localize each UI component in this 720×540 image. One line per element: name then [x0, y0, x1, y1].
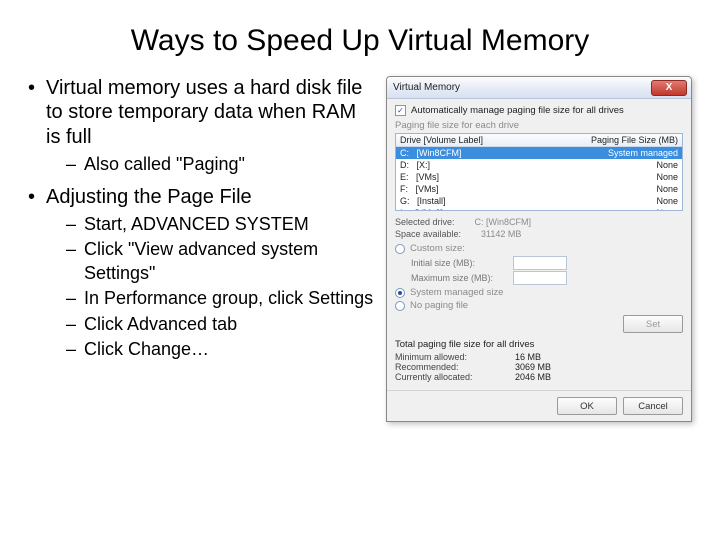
- drive-list-header: Drive [Volume Label] Paging File Size (M…: [396, 134, 682, 147]
- maximum-size-label: Maximum size (MB):: [411, 273, 507, 283]
- bullet-1-text: Virtual memory uses a hard disk file to …: [46, 77, 362, 148]
- drive-size: None: [656, 207, 678, 211]
- header-size: Paging File Size (MB): [591, 135, 678, 145]
- drive-row[interactable]: I: [VMs3] None: [396, 207, 682, 211]
- bullet-2-sub-2: Click "View advanced system Settings": [66, 238, 376, 285]
- custom-size-radio[interactable]: [395, 244, 405, 254]
- current-allocated-value: 2046 MB: [515, 372, 551, 382]
- slide-title: Ways to Speed Up Virtual Memory: [28, 24, 692, 58]
- drive-label: I: [VMs3]: [400, 207, 656, 211]
- space-available-label: Space available:: [395, 229, 461, 239]
- drive-list[interactable]: Drive [Volume Label] Paging File Size (M…: [395, 133, 683, 211]
- no-paging-label: No paging file: [410, 300, 468, 311]
- min-allowed-value: 16 MB: [515, 352, 541, 362]
- custom-size-label: Custom size:: [410, 243, 465, 254]
- drive-label: E: [VMs]: [400, 171, 656, 183]
- header-drive: Drive [Volume Label]: [400, 135, 591, 145]
- dialog-titlebar[interactable]: Virtual Memory X: [387, 77, 691, 99]
- bullet-2-sub-3: In Performance group, click Settings: [66, 287, 376, 310]
- current-allocated-label: Currently allocated:: [395, 372, 515, 382]
- auto-manage-label: Automatically manage paging file size fo…: [411, 105, 624, 116]
- dialog-title: Virtual Memory: [391, 82, 651, 93]
- drive-row[interactable]: F: [VMs] None: [396, 183, 682, 195]
- system-managed-radio[interactable]: [395, 288, 405, 298]
- drive-row[interactable]: C: [Win8CFM] System managed: [396, 147, 682, 159]
- system-managed-label: System managed size: [410, 287, 503, 298]
- group-label: Paging file size for each drive: [395, 120, 683, 131]
- drive-label: F: [VMs]: [400, 183, 656, 195]
- bullet-2-text: Adjusting the Page File: [46, 186, 252, 208]
- drive-size: System managed: [608, 147, 678, 159]
- virtual-memory-dialog: Virtual Memory X ✓ Automatically manage …: [386, 76, 692, 422]
- bullet-1: Virtual memory uses a hard disk file to …: [28, 76, 376, 177]
- ok-button[interactable]: OK: [557, 397, 617, 415]
- bullet-2-sub-1: Start, ADVANCED SYSTEM: [66, 213, 376, 236]
- drive-size: None: [656, 183, 678, 195]
- min-allowed-label: Minimum allowed:: [395, 352, 515, 362]
- close-icon: X: [666, 82, 673, 93]
- close-button[interactable]: X: [651, 80, 687, 96]
- no-paging-radio[interactable]: [395, 301, 405, 311]
- bullet-2-sub-5: Click Change…: [66, 338, 376, 361]
- bullet-2-sub-4: Click Advanced tab: [66, 313, 376, 336]
- set-button[interactable]: Set: [623, 315, 683, 333]
- bullet-1-sub-1: Also called "Paging": [66, 153, 376, 176]
- auto-manage-checkbox[interactable]: ✓: [395, 105, 406, 116]
- drive-row[interactable]: G: [Install] None: [396, 195, 682, 207]
- bullet-2: Adjusting the Page File Start, ADVANCED …: [28, 185, 376, 362]
- drive-label: C: [Win8CFM]: [400, 147, 608, 159]
- drive-size: None: [656, 159, 678, 171]
- cancel-button[interactable]: Cancel: [623, 397, 683, 415]
- bullet-column: Virtual memory uses a hard disk file to …: [28, 76, 376, 422]
- recommended-value: 3069 MB: [515, 362, 551, 372]
- drive-label: D: [X:]: [400, 159, 656, 171]
- initial-size-input[interactable]: [513, 256, 567, 270]
- selected-drive-value: C: [Win8CFM]: [475, 217, 532, 227]
- selected-drive-label: Selected drive:: [395, 217, 455, 227]
- drive-label: G: [Install]: [400, 195, 656, 207]
- maximum-size-input[interactable]: [513, 271, 567, 285]
- drive-row[interactable]: D: [X:] None: [396, 159, 682, 171]
- space-available-value: 31142 MB: [481, 229, 521, 239]
- drive-row[interactable]: E: [VMs] None: [396, 171, 682, 183]
- initial-size-label: Initial size (MB):: [411, 258, 507, 268]
- totals-header: Total paging file size for all drives: [395, 339, 683, 350]
- drive-size: None: [656, 171, 678, 183]
- recommended-label: Recommended:: [395, 362, 515, 372]
- drive-size: None: [656, 195, 678, 207]
